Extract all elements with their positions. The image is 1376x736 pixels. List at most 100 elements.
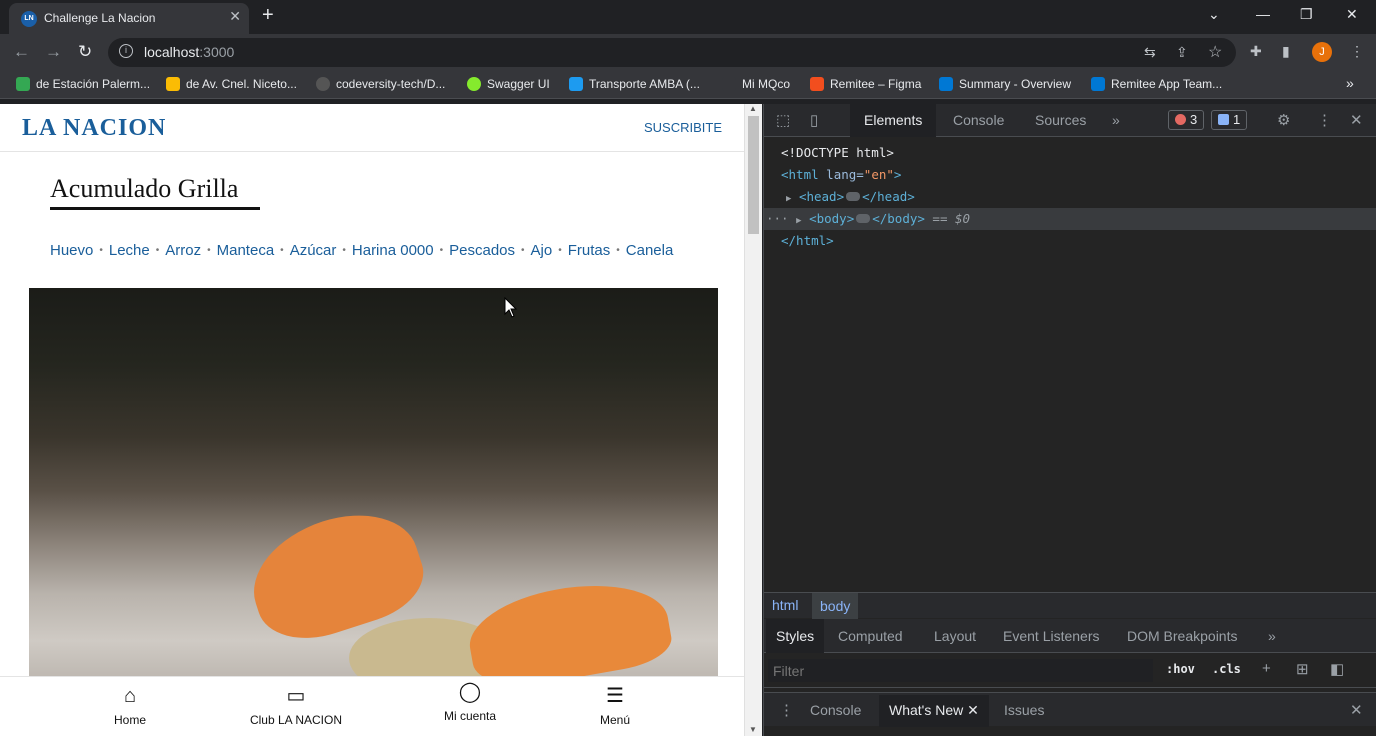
new-tab-button[interactable]: + [262, 4, 274, 27]
restore-button[interactable]: ❐ [1300, 6, 1313, 23]
separator: • [207, 245, 211, 256]
extensions-icon[interactable]: ✚ [1250, 43, 1262, 60]
ellipsis-icon[interactable] [846, 192, 861, 201]
address-bar[interactable]: i localhost:3000 ⇆ ⇪ ☆ [108, 38, 1236, 67]
tab-search-icon[interactable]: ⌄ [1208, 6, 1220, 23]
nav-home[interactable]: ⌂ Home [70, 685, 190, 727]
category-link[interactable]: Leche [109, 242, 150, 259]
share-icon[interactable]: ⇪ [1176, 44, 1188, 61]
dom-tree: <!DOCTYPE html> <html lang="en"> ▶ <head… [764, 142, 1376, 252]
bookmark-item[interactable]: Remitee App Team... [1091, 77, 1222, 91]
category-link[interactable]: Frutas [568, 242, 611, 259]
separator: • [342, 245, 346, 256]
tab-event-listeners[interactable]: Event Listeners [1003, 628, 1100, 644]
separator: • [616, 245, 620, 256]
settings-gear-icon[interactable]: ⚙ [1277, 111, 1290, 129]
tab-layout[interactable]: Layout [934, 628, 976, 644]
nav-menu[interactable]: ☰ Menú [555, 685, 675, 727]
category-link[interactable]: Azúcar [290, 242, 337, 259]
error-icon [1175, 114, 1186, 125]
ellipsis-icon[interactable] [856, 214, 871, 223]
expand-arrow-icon[interactable]: ▶ [796, 216, 801, 226]
minimize-button[interactable]: — [1256, 6, 1270, 22]
category-link[interactable]: Ajo [531, 242, 553, 259]
scroll-up-icon[interactable]: ▲ [749, 104, 757, 113]
dom-node-doctype[interactable]: <!DOCTYPE html> [764, 142, 1376, 164]
inspect-element-icon[interactable]: ⬚ [776, 111, 790, 129]
subscribe-link[interactable]: SUSCRIBITE [644, 120, 722, 135]
bookmark-item[interactable]: codeversity-tech/D... [316, 77, 445, 91]
more-tabs-button[interactable]: » [1112, 112, 1120, 128]
category-link[interactable]: Harina 0000 [352, 242, 434, 259]
devtools-menu-icon[interactable]: ⋮ [1317, 111, 1332, 129]
drawer-tab-issues[interactable]: Issues [1004, 702, 1044, 718]
bookmark-item[interactable]: Transporte AMBA (... [569, 77, 700, 91]
maps-icon [166, 77, 180, 91]
user-icon: ◯ [458, 681, 482, 703]
profile-avatar[interactable]: J [1312, 42, 1332, 62]
dom-node-html[interactable]: <html lang="en"> [764, 164, 1376, 186]
new-style-rule-icon[interactable]: + [1262, 660, 1271, 677]
tab-sources[interactable]: Sources [1035, 112, 1086, 128]
device-toolbar-icon[interactable]: ▯ [810, 111, 818, 129]
close-drawer-tab-icon[interactable]: ✕ [967, 702, 979, 718]
breadcrumb-body[interactable]: body [812, 593, 859, 619]
bookmark-item[interactable]: Mi MQco [722, 77, 790, 91]
close-drawer-icon[interactable]: ✕ [1350, 701, 1363, 719]
drawer-tab-console[interactable]: Console [810, 702, 861, 718]
reload-button[interactable]: ↻ [78, 42, 92, 62]
menu-icon: ☰ [606, 685, 624, 707]
separator: • [155, 245, 160, 256]
bookmark-star-icon[interactable]: ☆ [1208, 42, 1222, 62]
expand-arrow-icon[interactable]: ▶ [786, 194, 791, 204]
category-link[interactable]: Manteca [217, 242, 275, 259]
category-link[interactable]: Huevo [50, 242, 93, 259]
more-bookmarks-button[interactable]: » [1346, 75, 1354, 91]
dom-node-html-close[interactable]: </html> [764, 230, 1376, 252]
tab-computed[interactable]: Computed [838, 628, 903, 644]
translate-icon[interactable]: ⇆ [1144, 44, 1156, 61]
element-state-icon[interactable]: ⊞ [1296, 660, 1309, 678]
site-logo[interactable]: LA NACION [22, 115, 166, 142]
side-panel-icon[interactable]: ▮ [1282, 43, 1290, 60]
tab-styles[interactable]: Styles [766, 619, 825, 653]
scroll-down-icon[interactable]: ▼ [749, 725, 757, 734]
nav-account[interactable]: ◯ Mi cuenta [410, 681, 530, 723]
category-link[interactable]: Arroz [165, 242, 201, 259]
bookmark-item[interactable]: Swagger UI [467, 77, 550, 91]
message-count-badge[interactable]: 1 [1211, 110, 1248, 130]
scrollbar-thumb[interactable] [748, 116, 759, 234]
page-scrollbar[interactable]: ▲ ▼ [744, 104, 762, 736]
error-count-badge[interactable]: 3 [1168, 110, 1205, 130]
node-actions-icon[interactable]: ··· [766, 211, 789, 226]
close-devtools-icon[interactable]: ✕ [1350, 111, 1363, 129]
drawer-menu-icon[interactable]: ⋮ [779, 701, 794, 719]
tab-console[interactable]: Console [953, 112, 1004, 128]
close-tab-icon[interactable]: ✕ [229, 8, 241, 25]
more-styles-tabs-button[interactable]: » [1268, 628, 1276, 644]
back-button[interactable]: ← [13, 42, 30, 62]
site-info-icon[interactable]: i [119, 44, 133, 58]
breadcrumb-html[interactable]: html [772, 597, 798, 613]
chrome-menu-icon[interactable]: ⋮ [1350, 43, 1364, 60]
dom-node-body[interactable]: ··· ▶ <body> </body> == $0 [764, 208, 1376, 230]
tab-elements[interactable]: Elements [850, 104, 937, 137]
bookmark-item[interactable]: de Estación Palerm... [16, 77, 150, 91]
hover-state-toggle[interactable]: :hov [1166, 662, 1195, 676]
forward-button[interactable]: → [45, 42, 62, 62]
dom-node-head[interactable]: ▶ <head> </head> [764, 186, 1376, 208]
nav-club[interactable]: ▭ Club LA NACION [236, 685, 356, 727]
drawer-tab-whats-new[interactable]: What's New ✕ [879, 695, 989, 727]
styles-filter-bar: :hov .cls + ⊞ ◧ [764, 654, 1376, 688]
category-link[interactable]: Canela [626, 242, 674, 259]
close-window-button[interactable]: ✕ [1346, 6, 1358, 23]
bookmark-item[interactable]: de Av. Cnel. Niceto... [166, 77, 297, 91]
styles-filter-input[interactable] [768, 659, 1153, 682]
tab-dom-breakpoints[interactable]: DOM Breakpoints [1127, 628, 1237, 644]
toggle-sidebar-icon[interactable]: ◧ [1330, 660, 1344, 678]
bookmark-item[interactable]: Summary - Overview [939, 77, 1071, 91]
category-link[interactable]: Pescados [449, 242, 515, 259]
class-toggle[interactable]: .cls [1212, 662, 1241, 676]
bookmark-item[interactable]: Remitee – Figma [810, 77, 921, 91]
browser-tab[interactable]: LN Challenge La Nacion ✕ [9, 3, 249, 34]
